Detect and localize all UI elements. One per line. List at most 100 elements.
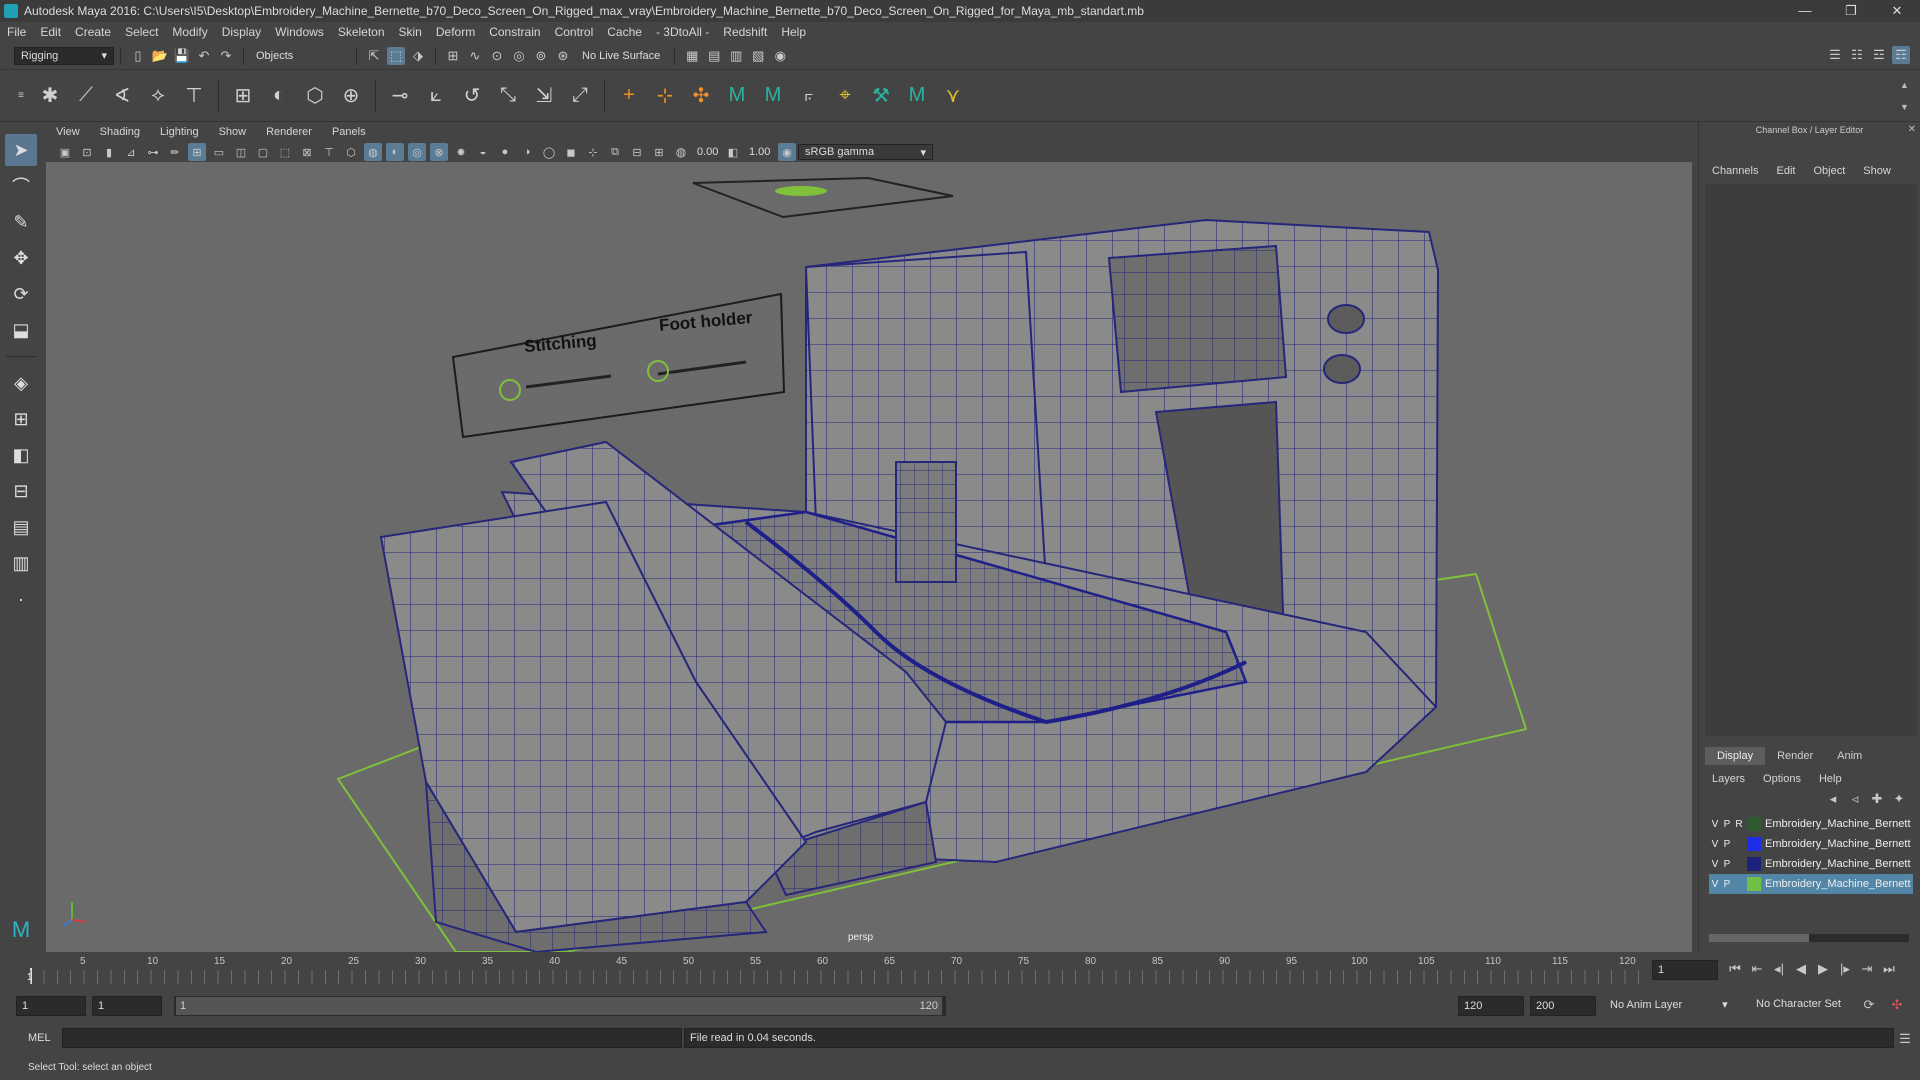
object-menu[interactable]: Object: [1804, 165, 1854, 177]
snap-curve-icon[interactable]: ∿: [466, 47, 484, 65]
bind-skin-icon[interactable]: ⊞: [228, 81, 258, 111]
layer-playback-toggle[interactable]: P: [1721, 859, 1733, 870]
wrap-deformer-icon[interactable]: ⚒: [866, 81, 896, 111]
four-view-icon[interactable]: ⊞: [5, 403, 37, 435]
new-layer-icon[interactable]: ✚: [1868, 790, 1886, 808]
script-language-toggle[interactable]: MEL: [28, 1032, 51, 1044]
snap-grid-icon[interactable]: ⊞: [444, 47, 462, 65]
layer-visibility-toggle[interactable]: V: [1709, 879, 1721, 890]
menu-file[interactable]: File: [0, 25, 33, 39]
play-forward-icon[interactable]: ▶: [1814, 960, 1832, 978]
menu-control[interactable]: Control: [548, 25, 601, 39]
resolution-gate-icon[interactable]: ▭: [210, 143, 228, 161]
isolate-icon[interactable]: ⬡: [342, 143, 360, 161]
custom-layout-icon[interactable]: ·: [5, 583, 37, 615]
command-input[interactable]: [62, 1028, 682, 1048]
exposure-icon[interactable]: ◍: [672, 143, 690, 161]
show-menu[interactable]: Show: [1854, 165, 1900, 177]
locator-icon[interactable]: +: [614, 81, 644, 111]
orient-constraint-icon[interactable]: ↺: [457, 81, 487, 111]
layer-visibility-toggle[interactable]: V: [1709, 859, 1721, 870]
create-joint-icon[interactable]: ✱: [35, 81, 65, 111]
tab-display[interactable]: Display: [1705, 747, 1766, 765]
layer-visibility-toggle[interactable]: V: [1709, 819, 1721, 830]
mirror-joint-icon[interactable]: ⟡: [143, 81, 173, 111]
hik-character-icon[interactable]: M: [722, 81, 752, 111]
menu-select[interactable]: Select: [118, 25, 165, 39]
menu-deform[interactable]: Deform: [429, 25, 482, 39]
camera-lock-icon[interactable]: ⊡: [78, 143, 96, 161]
gate-mask-icon[interactable]: ◫: [232, 143, 250, 161]
move-tool-icon[interactable]: ✥: [5, 242, 37, 274]
script-editor-icon[interactable]: ☰: [1896, 1030, 1914, 1048]
animation-preferences-icon[interactable]: ✣: [1888, 996, 1906, 1014]
textured-icon[interactable]: ◒: [474, 143, 492, 161]
pole-vector-icon[interactable]: ⤢: [565, 81, 595, 111]
persp-outliner-icon[interactable]: ◧: [5, 439, 37, 471]
gamma-icon[interactable]: ◧: [724, 143, 742, 161]
layer-row[interactable]: V P R Embroidery_Machine_Bernett: [1709, 814, 1913, 834]
parent-constraint-icon[interactable]: ⇲: [529, 81, 559, 111]
time-slider[interactable]: 1 5 10 15 20 25 30 35 40 45 50 55 60 65 …: [0, 952, 1920, 986]
aim-constraint-icon[interactable]: ⟀: [421, 81, 451, 111]
minimize-button[interactable]: —: [1782, 0, 1828, 22]
bookmark-icon[interactable]: ▮: [100, 143, 118, 161]
snap-surface-icon[interactable]: ⊚: [532, 47, 550, 65]
quick-rig-icon[interactable]: ⟔: [794, 81, 824, 111]
step-forward-key-icon[interactable]: ⇥: [1858, 960, 1876, 978]
locator-constrain-icon[interactable]: ⊹: [650, 81, 680, 111]
scale-constraint-icon[interactable]: ⤡: [493, 81, 523, 111]
menu-edit[interactable]: Edit: [33, 25, 68, 39]
scale-tool-icon[interactable]: ⬓: [5, 314, 37, 346]
move-layer-down-icon[interactable]: ◃: [1846, 790, 1864, 808]
range-slider-handle[interactable]: 1 120: [176, 997, 942, 1015]
viewport-menu-show[interactable]: Show: [209, 126, 257, 138]
menu-skin[interactable]: Skin: [392, 25, 429, 39]
layer-playback-toggle[interactable]: P: [1721, 879, 1733, 890]
paint-weights-icon[interactable]: ◐: [264, 81, 294, 111]
tab-anim[interactable]: Anim: [1825, 747, 1874, 765]
menu-modify[interactable]: Modify: [165, 25, 214, 39]
layer-display-type-toggle[interactable]: R: [1733, 819, 1745, 830]
range-slider[interactable]: 1 120: [174, 996, 946, 1016]
toggle-channel-box-icon[interactable]: ☶: [1892, 46, 1910, 64]
maya-home-icon[interactable]: M: [5, 914, 37, 946]
wireframe-icon[interactable]: ◍: [364, 143, 382, 161]
layer-scrollbar-thumb[interactable]: [1709, 934, 1809, 942]
color-management-icon[interactable]: ◉: [778, 143, 796, 161]
menu-skeleton[interactable]: Skeleton: [331, 25, 392, 39]
select-hierarchy-icon[interactable]: ⇱: [365, 47, 383, 65]
point-constraint-icon[interactable]: ⊸: [385, 81, 415, 111]
go-to-end-icon[interactable]: ⏭: [1880, 960, 1898, 978]
xray-icon[interactable]: ⊗: [430, 143, 448, 161]
toggle-outliner-icon[interactable]: ☲: [1870, 46, 1888, 64]
select-component-icon[interactable]: ⬗: [409, 47, 427, 65]
close-button[interactable]: ✕: [1874, 0, 1920, 22]
character-set-dropdown[interactable]: No Character Set: [1756, 998, 1841, 1010]
menu-display[interactable]: Display: [215, 25, 268, 39]
safe-action-icon[interactable]: ⬚: [276, 143, 294, 161]
select-tool-icon[interactable]: ➤: [5, 134, 37, 166]
animation-start-field[interactable]: 1: [16, 996, 86, 1016]
sculpt-deformer-icon[interactable]: ⋎: [938, 81, 968, 111]
menu-constrain[interactable]: Constrain: [482, 25, 547, 39]
grease-pencil-icon[interactable]: ✏: [166, 143, 184, 161]
film-gate-icon[interactable]: ⊶: [144, 143, 162, 161]
menu-create[interactable]: Create: [68, 25, 118, 39]
menu-windows[interactable]: Windows: [268, 25, 331, 39]
smooth-shade-icon[interactable]: ◐: [386, 143, 404, 161]
motion-blur-icon[interactable]: ◼: [562, 143, 580, 161]
ik-spline-icon[interactable]: ∢: [107, 81, 137, 111]
single-perspective-view-icon[interactable]: ◈: [5, 367, 37, 399]
hik-skeleton-icon[interactable]: M: [758, 81, 788, 111]
hypershade-icon[interactable]: ◉: [771, 47, 789, 65]
gamma-field[interactable]: 1.00: [744, 144, 776, 160]
layer-color-swatch[interactable]: [1747, 877, 1761, 891]
shelf-tabs-icon[interactable]: ≡: [12, 87, 30, 105]
outliner-persp-icon[interactable]: ▥: [5, 547, 37, 579]
lasso-tool-icon[interactable]: ⌒: [5, 170, 37, 202]
paint-select-icon[interactable]: ✎: [5, 206, 37, 238]
layer-row[interactable]: V P Embroidery_Machine_Bernett: [1709, 854, 1913, 874]
isolate-select-icon[interactable]: ⊟: [628, 143, 646, 161]
move-layer-up-icon[interactable]: ◂: [1824, 790, 1842, 808]
